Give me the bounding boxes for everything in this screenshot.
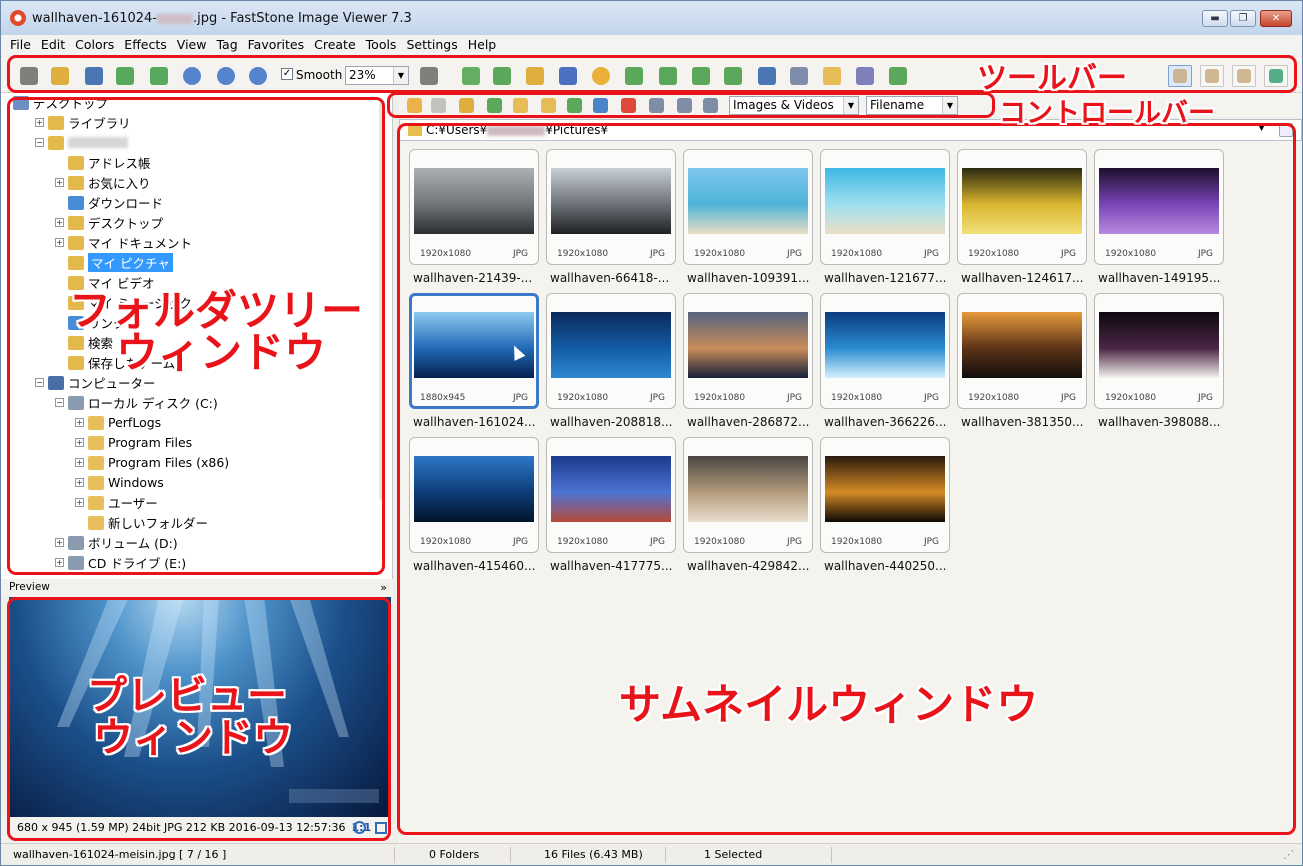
main-window: wallhaven-161024- .jpg - FastStone Image … (0, 0, 1303, 866)
close-button[interactable]: ✕ (1260, 10, 1292, 27)
status-file: wallhaven-161024-meisin.jpg [ 7 / 16 ] (13, 848, 227, 861)
minimize-button[interactable]: ▬ (1202, 10, 1228, 27)
preview-title: Preview (9, 581, 50, 593)
menu-view[interactable]: View (168, 35, 211, 54)
menu-help[interactable]: Help (459, 35, 501, 54)
status-selected: 1 Selected (704, 848, 763, 861)
folder-tree-annotation-line2: ウィンドウ (116, 328, 327, 377)
menu-bar: File Edit Colors Effects View Tag Favorites Cre… (1, 35, 1302, 55)
resize-grip-icon[interactable]: ⋰ (1283, 844, 1294, 865)
menu-tag[interactable]: Tag (207, 35, 241, 54)
menu-tools[interactable]: Tools (357, 35, 401, 54)
menu-edit[interactable]: Edit (32, 35, 69, 54)
maximize-button[interactable]: ❐ (1230, 10, 1256, 27)
menu-effects[interactable]: Effects (115, 35, 171, 54)
menu-colors[interactable]: Colors (66, 35, 118, 54)
menu-favorites[interactable]: Favorites (239, 35, 308, 54)
preview-annotation-line2: ウィンドウ (93, 715, 293, 761)
status-bar: wallhaven-161024-meisin.jpg [ 7 / 16 ] 0… (1, 843, 1302, 865)
menu-create[interactable]: Create (305, 35, 360, 54)
menu-settings[interactable]: Settings (397, 35, 461, 54)
collapse-icon[interactable]: » (380, 579, 387, 596)
title-bar: wallhaven-161024- .jpg - FastStone Image … (1, 1, 1302, 35)
control-bar-highlight (387, 92, 995, 118)
preview-header: Preview » (1, 579, 393, 597)
control-bar-annotation: コントロールバー (999, 98, 1215, 129)
status-files: 16 Files (6.43 MB) (544, 848, 643, 861)
window-title: wallhaven-161024- .jpg - FastStone Image … (32, 11, 412, 26)
menu-file[interactable]: File (1, 35, 35, 54)
app-icon (10, 10, 26, 26)
status-folders: 0 Folders (429, 848, 480, 861)
thumbnail-annotation: サムネイルウィンドウ (619, 680, 1039, 729)
